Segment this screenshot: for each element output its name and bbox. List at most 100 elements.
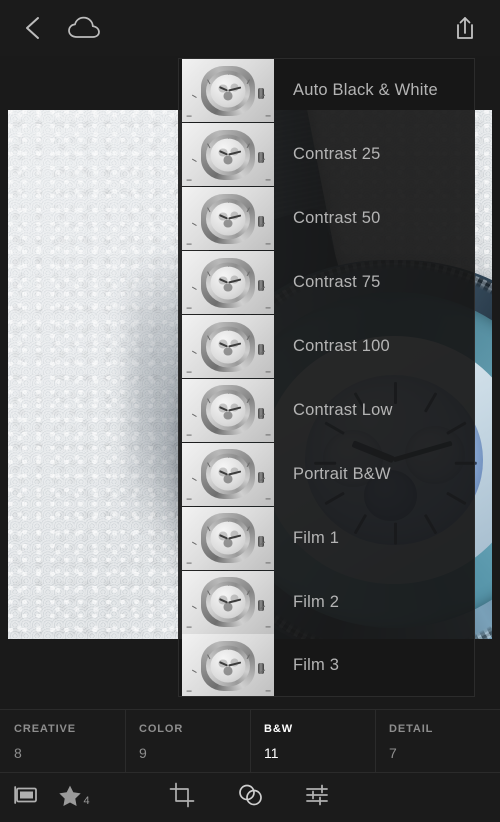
- thumb-watch-tick: [186, 690, 192, 692]
- preset-thumbnail[interactable]: [182, 570, 274, 634]
- thumb-watch-tick: [265, 690, 271, 692]
- thumb-watch-tick: [265, 115, 271, 117]
- thumb-watch-tick: [207, 462, 211, 468]
- preset-thumbnail[interactable]: [182, 442, 274, 506]
- category-tab-b-w[interactable]: B&W 11: [250, 709, 375, 773]
- sliders-icon: [305, 783, 331, 812]
- preset-list-panel[interactable]: Auto Black & White Contrast 25 Contrast 50…: [178, 58, 475, 697]
- category-count: 9: [139, 745, 147, 761]
- thumb-watch-dial: [210, 138, 246, 172]
- presets-button[interactable]: [224, 773, 276, 822]
- crop-button[interactable]: [156, 773, 208, 822]
- thumb-watch-dial: [210, 649, 246, 683]
- preset-thumbnail[interactable]: [182, 187, 274, 251]
- thumb-watch-tick: [207, 654, 211, 660]
- cloud-sync-button[interactable]: [58, 0, 112, 56]
- thumb-watch-tick: [265, 370, 271, 373]
- thumb-watch-dial: [210, 266, 246, 300]
- thumb-watch-dial: [210, 393, 246, 427]
- preset-label: Film 1: [293, 528, 340, 547]
- edit-sliders-button[interactable]: [292, 773, 344, 822]
- thumb-watch-dial: [210, 330, 246, 363]
- thumb-watch-tick: [186, 626, 192, 628]
- thumb-watch-tick: [207, 398, 211, 404]
- share-export-icon: [452, 14, 478, 42]
- preset-item[interactable]: Auto Black & White: [179, 59, 474, 123]
- thumb-watch-dial: [210, 457, 246, 491]
- preset-item[interactable]: Contrast Low: [179, 378, 474, 442]
- thumb-watch-tick: [186, 370, 192, 373]
- thumb-watch-dial: [210, 521, 246, 555]
- category-name: CREATIVE: [14, 723, 77, 735]
- thumb-subdial: [223, 347, 233, 356]
- preset-item[interactable]: Portrait B&W: [179, 442, 474, 506]
- back-button[interactable]: [8, 0, 58, 56]
- preset-thumbnail[interactable]: [182, 506, 274, 570]
- category-tab-creative[interactable]: CREATIVE 8: [0, 710, 125, 772]
- preset-label: Contrast 50: [293, 209, 381, 228]
- preset-item[interactable]: Film 2: [179, 570, 474, 634]
- thumb-watch-tick: [186, 243, 192, 245]
- thumb-watch-tick: [207, 207, 211, 212]
- thumb-watch-dial: [210, 202, 246, 236]
- thumb-watch-tick: [207, 526, 211, 532]
- thumb-watch-tick: [265, 626, 271, 628]
- star-count: 4: [83, 795, 90, 807]
- thumb-watch-tick: [207, 270, 211, 276]
- bottom-toolbar: 4: [0, 773, 500, 822]
- star-icon: [58, 784, 82, 812]
- category-name: DETAIL: [389, 723, 434, 735]
- share-button[interactable]: [440, 0, 490, 56]
- category-name: B&W: [264, 723, 293, 735]
- top-bar: [0, 0, 500, 56]
- preset-label: Portrait B&W: [293, 464, 391, 483]
- rating-button[interactable]: 4: [46, 773, 102, 822]
- category-count: 11: [264, 745, 279, 761]
- thumb-subdial: [223, 219, 233, 228]
- category-name: COLOR: [139, 723, 184, 735]
- preset-item[interactable]: Contrast 50: [179, 187, 474, 251]
- chevron-left-icon: [21, 14, 45, 42]
- thumb-subdial: [223, 283, 233, 292]
- preset-thumbnail[interactable]: [182, 315, 274, 378]
- cloud-icon: [67, 15, 103, 41]
- thumb-watch-tick: [186, 179, 192, 181]
- thumb-watch-tick: [186, 307, 192, 309]
- category-tab-color[interactable]: COLOR 9: [125, 709, 250, 773]
- preset-label: Contrast Low: [293, 400, 393, 419]
- thumb-subdial: [223, 91, 233, 101]
- preset-label: Film 2: [293, 592, 340, 611]
- category-count: 7: [389, 745, 397, 761]
- preset-label: Contrast 75: [293, 273, 381, 292]
- thumb-watch-tick: [207, 590, 211, 596]
- thumb-watch-tick: [207, 334, 211, 340]
- thumb-watch-tick: [265, 243, 271, 245]
- preset-thumbnail[interactable]: [182, 378, 274, 442]
- preset-item[interactable]: Contrast 25: [179, 123, 474, 187]
- preset-item[interactable]: Film 3: [179, 634, 474, 696]
- preset-thumbnail[interactable]: [182, 123, 274, 187]
- preset-label: Contrast 100: [293, 337, 390, 355]
- preset-item[interactable]: Contrast 75: [179, 251, 474, 315]
- preset-label: Auto Black & White: [293, 81, 438, 100]
- thumb-subdial: [223, 474, 233, 484]
- preset-thumbnail[interactable]: [182, 634, 274, 696]
- thumb-watch-tick: [265, 307, 271, 309]
- preset-thumbnail[interactable]: [182, 251, 274, 315]
- filmstrip-button[interactable]: [6, 773, 46, 822]
- preset-category-bar[interactable]: CREATIVE 8 COLOR 9 B&W 11 DETAIL 7: [0, 709, 500, 773]
- preset-label: Contrast 25: [293, 145, 381, 164]
- filmstrip-icon: [13, 785, 39, 810]
- category-tab-detail[interactable]: DETAIL 7: [375, 709, 500, 773]
- preset-thumbnail[interactable]: [182, 59, 274, 123]
- thumb-subdial: [223, 538, 233, 548]
- thumb-watch-tick: [265, 562, 271, 564]
- thumb-subdial: [223, 155, 233, 165]
- thumb-subdial: [223, 411, 233, 420]
- preset-item[interactable]: Contrast 100: [179, 315, 474, 379]
- category-count: 8: [14, 745, 22, 761]
- preset-item[interactable]: Film 1: [179, 506, 474, 570]
- thumb-watch-dial: [210, 74, 246, 108]
- crop-icon: [169, 782, 195, 813]
- preset-label: Film 3: [293, 656, 340, 675]
